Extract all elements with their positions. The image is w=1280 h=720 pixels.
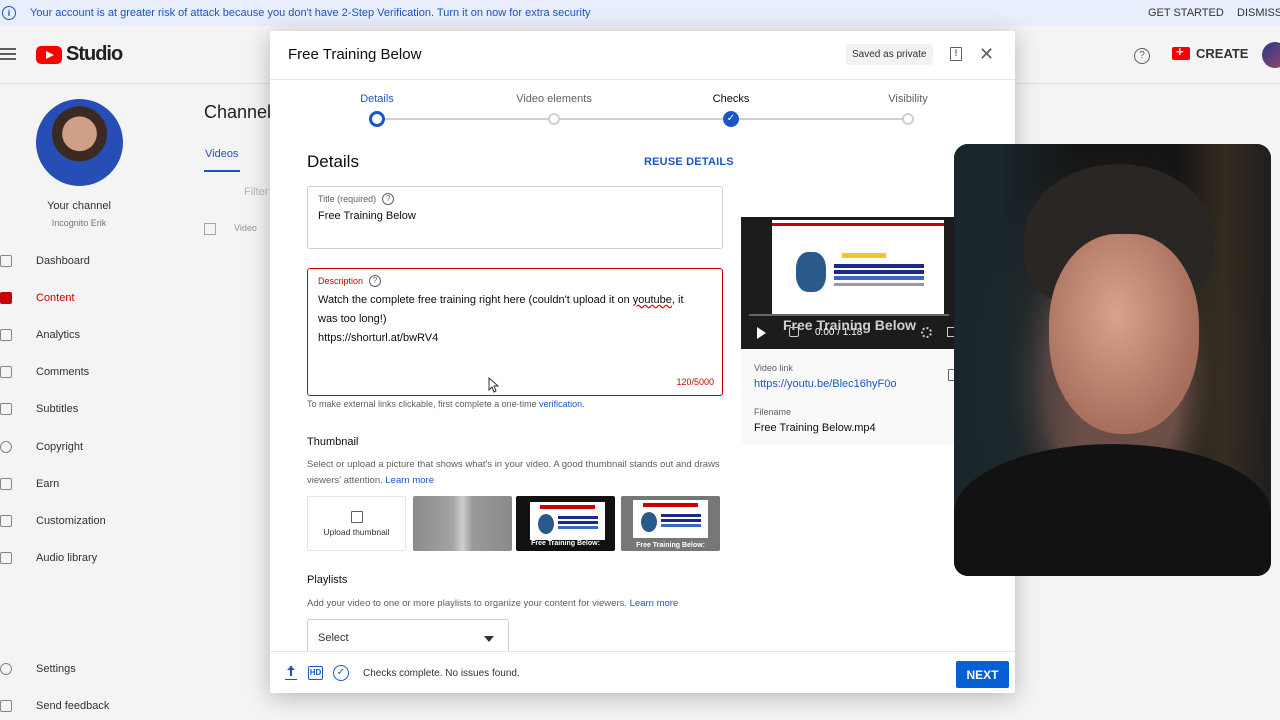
thumbnail-caption: Free Training Below: <box>636 542 705 549</box>
help-icon[interactable]: ? <box>369 275 382 287</box>
volume-icon[interactable] <box>789 327 799 337</box>
info-icon: i <box>2 6 16 20</box>
video-progress-bar[interactable] <box>749 314 949 316</box>
step-visibility-label[interactable]: Visibility <box>848 93 968 105</box>
title-label-text: Title (required) <box>318 194 377 204</box>
hint-end: . <box>582 399 585 409</box>
hd-icon[interactable]: HD <box>308 666 323 680</box>
dialog-footer: HD ✓ Checks complete. No issues found. N… <box>270 651 1015 693</box>
caret-down-icon <box>484 636 494 642</box>
security-banner: i Your account is at greater risk of att… <box>0 0 1280 26</box>
thumbnail-heading: Thumbnail <box>307 436 359 448</box>
upload-status-icon[interactable] <box>285 666 297 680</box>
gear-icon[interactable] <box>921 327 932 338</box>
video-player[interactable]: Free Training Below 0:00 / 1:18 <box>741 217 956 349</box>
video-preview-card: Free Training Below 0:00 / 1:18 Video li… <box>741 217 957 445</box>
title-field-label: Title (required)? <box>318 193 395 205</box>
thumbnail-caption: Free Training Below: <box>531 540 600 547</box>
filename-value: Free Training Below.mp4 <box>754 422 876 434</box>
step-checks-checkmark-icon[interactable]: ✓ <box>723 111 739 127</box>
close-icon[interactable]: ✕ <box>979 45 994 63</box>
dialog-divider <box>270 79 1015 80</box>
thumbnail-option-3[interactable]: Free Training Below: <box>621 496 720 551</box>
play-icon[interactable] <box>757 327 766 339</box>
video-time: 0:00 / 1:18 <box>815 327 863 338</box>
checks-status-text: Checks complete. No issues found. <box>363 668 520 679</box>
add-photo-icon <box>350 511 363 523</box>
description-text: , it <box>671 294 684 306</box>
description-textarea[interactable]: Watch the complete free training right h… <box>318 291 714 348</box>
dialog-title: Free Training Below <box>288 46 422 63</box>
description-url: https://shorturl.at/bwRV4 <box>318 332 439 344</box>
description-label-text: Description <box>318 276 364 286</box>
video-link[interactable]: https://youtu.be/Blec16hyF0o <box>754 378 896 390</box>
upload-thumbnail-label: Upload thumbnail <box>323 527 390 537</box>
description-text: Watch the complete free training right h… <box>318 294 633 306</box>
verification-link[interactable]: verification <box>539 399 582 409</box>
details-heading: Details <box>307 152 359 171</box>
playlists-heading: Playlists <box>307 574 348 586</box>
playlists-description-text: Add your video to one or more playlists … <box>307 598 630 609</box>
spelling-error-word: youtube <box>632 294 672 306</box>
thumbnail-frame <box>633 500 708 538</box>
title-input[interactable]: Free Training Below <box>318 210 416 222</box>
webcam-person-face <box>1049 234 1199 434</box>
description-text: was too long!) <box>318 313 387 325</box>
step-details-dot[interactable] <box>369 111 385 127</box>
upload-thumbnail-button[interactable]: Upload thumbnail <box>307 496 406 551</box>
mouse-cursor-icon <box>488 377 500 393</box>
character-counter: 120/5000 <box>676 377 714 387</box>
step-visibility-dot[interactable] <box>902 113 914 125</box>
help-icon[interactable]: ? <box>382 193 395 205</box>
upload-dialog: Free Training Below Saved as private ! ✕… <box>270 31 1015 693</box>
get-started-button[interactable]: GET STARTED <box>1148 7 1224 19</box>
stepper-line <box>739 118 907 120</box>
webcam-overlay <box>954 144 1271 576</box>
playlists-learn-more-link[interactable]: Learn more <box>630 598 679 609</box>
external-links-hint: To make external links clickable, first … <box>307 399 585 409</box>
feedback-flag-icon[interactable]: ! <box>950 47 962 61</box>
description-field-label: Description? <box>318 275 382 287</box>
video-link-label: Video link <box>754 363 793 373</box>
thumbnail-learn-more-link[interactable]: Learn more <box>385 475 434 486</box>
step-details-label[interactable]: Details <box>317 93 437 105</box>
video-frame <box>772 220 944 316</box>
filename-label: Filename <box>754 407 792 417</box>
thumbnail-option-2-selected[interactable]: Free Training Below: <box>516 496 615 551</box>
checks-complete-icon[interactable]: ✓ <box>333 665 349 681</box>
playlist-select[interactable]: Select <box>307 619 509 651</box>
details-scroll-area[interactable]: Details REUSE DETAILS Title (required)? … <box>270 131 1015 651</box>
banner-message: Your account is at greater risk of attac… <box>30 7 591 19</box>
thumbnail-description: Select or upload a picture that shows wh… <box>307 457 727 489</box>
saved-status-badge: Saved as private <box>846 44 933 65</box>
webcam-person-shirt <box>954 444 1271 576</box>
title-field[interactable]: Title (required)? Free Training Below <box>307 186 723 249</box>
step-video-elements-dot[interactable] <box>548 113 560 125</box>
step-video-elements-label[interactable]: Video elements <box>494 93 614 105</box>
description-field[interactable]: Description? Watch the complete free tra… <box>307 268 723 396</box>
playlists-description: Add your video to one or more playlists … <box>307 596 767 612</box>
playlist-select-value: Select <box>318 632 349 644</box>
step-checks-label[interactable]: Checks <box>671 93 791 105</box>
reuse-details-button[interactable]: REUSE DETAILS <box>644 156 734 168</box>
thumbnail-description-text: Select or upload a picture that shows wh… <box>307 459 720 486</box>
dismiss-button[interactable]: DISMISS <box>1237 7 1280 19</box>
thumbnail-frame <box>530 502 605 540</box>
next-button[interactable]: NEXT <box>956 661 1009 688</box>
hint-text: To make external links clickable, first … <box>307 399 540 409</box>
thumbnail-option-1[interactable] <box>413 496 512 551</box>
